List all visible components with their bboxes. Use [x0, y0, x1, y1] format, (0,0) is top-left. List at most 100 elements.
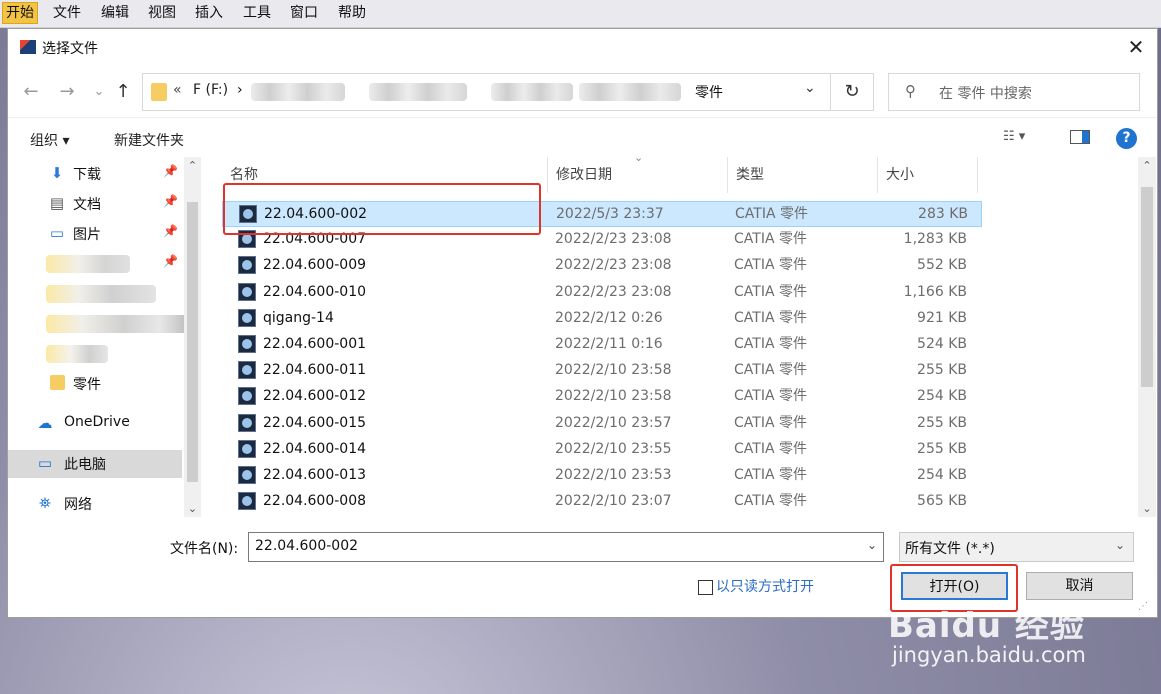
menu-insert[interactable]: 插入 — [192, 4, 226, 22]
file-name: 22.04.600-015 — [263, 414, 367, 431]
filename-label: 文件名(N): — [170, 541, 239, 557]
preview-pane-icon[interactable] — [1070, 130, 1090, 144]
filename-input[interactable]: 22.04.600-002 ⌄ — [248, 532, 884, 562]
menu-tools[interactable]: 工具 — [240, 4, 274, 22]
nav-item-onedrive[interactable]: ☁ OneDrive — [8, 410, 182, 438]
address-drive[interactable]: F (F:) — [193, 82, 228, 98]
scrollbar-thumb[interactable] — [1141, 187, 1153, 387]
nav-item-blurred[interactable] — [8, 280, 182, 308]
scrollbar-thumb[interactable] — [187, 202, 198, 482]
catia-part-icon — [238, 387, 256, 406]
nav-item-network[interactable]: ⛯ 网络 — [8, 490, 182, 517]
catia-part-icon — [238, 492, 256, 511]
nav-item-parts[interactable]: 零件 — [8, 370, 182, 398]
nav-item-pictures[interactable]: ▭ 图片 📌 — [8, 220, 182, 248]
chevron-down-icon[interactable]: ⌄ — [1138, 502, 1156, 515]
download-icon: ⬇ — [50, 164, 64, 182]
nav-item-blurred[interactable]: 📌 — [8, 250, 182, 278]
pin-icon[interactable]: 📌 — [163, 224, 178, 238]
blurred-label — [46, 255, 130, 273]
file-type: CATIA 零件 — [734, 414, 807, 431]
file-type-filter[interactable]: 所有文件 (*.*) ⌄ — [899, 532, 1134, 562]
menu-edit[interactable]: 编辑 — [98, 4, 132, 22]
blurred-label — [46, 345, 108, 363]
dialog-title-bar: 选择文件 ✕ — [8, 29, 1157, 65]
nav-item-this-pc[interactable]: ▭ 此电脑 — [8, 450, 182, 478]
file-row[interactable]: 22.04.600-008 2022/2/10 23:07 CATIA 零件 565 … — [222, 489, 982, 515]
file-row[interactable]: 22.04.600-009 2022/2/23 23:08 CATIA 零件 552 … — [222, 253, 982, 279]
file-row[interactable]: 22.04.600-001 2022/2/11 0:16 CATIA 零件 524 K… — [222, 332, 982, 358]
file-date: 2022/2/10 23:07 — [555, 493, 672, 510]
address-blurred — [251, 83, 345, 101]
nav-item-documents[interactable]: ▤ 文档 📌 — [8, 190, 182, 218]
file-size: 552 KB — [917, 257, 967, 274]
file-list-scrollbar[interactable]: ⌃ ⌄ — [1138, 157, 1156, 517]
catia-part-icon — [238, 256, 256, 275]
file-name: 22.04.600-011 — [263, 362, 367, 379]
menu-file[interactable]: 文件 — [50, 4, 84, 22]
nav-item-blurred[interactable] — [8, 310, 188, 338]
cancel-button[interactable]: 取消 — [1026, 572, 1133, 600]
address-blurred — [369, 83, 467, 101]
file-date: 2022/2/10 23:55 — [555, 440, 672, 457]
column-size[interactable]: 大小 — [878, 157, 978, 193]
readonly-label[interactable]: 以只读方式打开 — [716, 576, 814, 596]
refresh-icon[interactable]: ↻ — [830, 73, 874, 111]
pin-icon[interactable]: 📌 — [163, 254, 178, 268]
address-bar[interactable]: « F (F:) › 零件 ⌄ — [142, 73, 831, 111]
back-icon[interactable]: ← — [20, 80, 42, 104]
view-options-icon[interactable]: ☷ ▾ — [1003, 129, 1025, 144]
nav-item-downloads[interactable]: ⬇ 下载 📌 — [8, 160, 182, 188]
file-name: 22.04.600-013 — [263, 467, 367, 483]
chevron-down-icon[interactable]: ⌄ — [867, 538, 877, 552]
chevron-down-icon[interactable]: ⌄ — [804, 80, 816, 96]
readonly-checkbox[interactable] — [698, 580, 713, 595]
organize-button[interactable]: 组织 ▾ — [30, 130, 69, 150]
nav-item-label: OneDrive — [64, 414, 130, 430]
file-type: CATIA 零件 — [734, 257, 807, 274]
nav-item-label: 下载 — [73, 167, 101, 183]
file-row[interactable]: 22.04.600-013 2022/2/10 23:53 CATIA 零件 254 … — [222, 463, 982, 489]
chevron-down-icon[interactable]: ⌄ — [184, 502, 201, 515]
file-row[interactable]: qigang-14 2022/2/12 0:26 CATIA 零件 921 KB — [222, 306, 982, 332]
address-current-folder[interactable]: 零件 — [695, 82, 723, 102]
up-icon[interactable]: ↑ — [112, 80, 134, 104]
file-type: CATIA 零件 — [734, 440, 807, 457]
file-row[interactable]: 22.04.600-010 2022/2/23 23:08 CATIA 零件 1,16… — [222, 280, 982, 306]
menu-view[interactable]: 视图 — [145, 4, 179, 22]
chevron-down-icon[interactable]: ⌄ — [1115, 538, 1125, 552]
pin-icon[interactable]: 📌 — [163, 194, 178, 208]
file-date: 2022/2/10 23:58 — [555, 388, 672, 405]
file-row[interactable]: 22.04.600-012 2022/2/10 23:58 CATIA 零件 254 … — [222, 384, 982, 410]
file-row[interactable]: 22.04.600-015 2022/2/10 23:57 CATIA 零件 255 … — [222, 411, 982, 437]
navigation-pane: ⬇ 下载 📌 ▤ 文档 📌 ▭ 图片 📌 📌 零件 ☁ OneDrive ▭ 此… — [8, 157, 202, 517]
address-separator: › — [237, 82, 243, 98]
file-type: CATIA 零件 — [734, 362, 807, 379]
file-type: CATIA 零件 — [734, 388, 807, 405]
nav-item-blurred[interactable] — [8, 340, 182, 368]
menu-help[interactable]: 帮助 — [335, 4, 369, 22]
new-folder-button[interactable]: 新建文件夹 — [114, 130, 184, 150]
chevron-up-icon[interactable]: ⌃ — [1138, 159, 1156, 172]
file-row[interactable]: 22.04.600-014 2022/2/10 23:55 CATIA 零件 255 … — [222, 437, 982, 463]
resize-grip-icon[interactable]: ⋰ — [1138, 601, 1148, 612]
address-overflow[interactable]: « — [173, 82, 182, 98]
file-size: 921 KB — [917, 309, 967, 326]
file-name: 22.04.600-009 — [263, 257, 367, 274]
folder-icon — [48, 375, 66, 391]
nav-scrollbar[interactable]: ⌃ ⌄ — [184, 157, 201, 517]
recent-locations-icon[interactable]: ⌄ — [88, 80, 110, 104]
file-size: 565 KB — [917, 493, 967, 510]
pin-icon[interactable]: 📌 — [163, 164, 178, 178]
menu-window[interactable]: 窗口 — [287, 4, 321, 22]
forward-icon[interactable]: → — [56, 80, 78, 104]
help-icon[interactable]: ? — [1116, 128, 1137, 149]
app-icon — [20, 40, 36, 54]
column-type[interactable]: 类型 — [728, 157, 878, 193]
menu-start[interactable]: 开始 — [2, 2, 38, 24]
catia-part-icon — [238, 466, 256, 484]
search-input[interactable]: ⚲ 在 零件 中搜索 — [888, 73, 1140, 111]
chevron-up-icon[interactable]: ⌃ — [184, 159, 201, 172]
file-row[interactable]: 22.04.600-011 2022/2/10 23:58 CATIA 零件 255 … — [222, 358, 982, 384]
close-icon[interactable]: ✕ — [1124, 35, 1148, 59]
